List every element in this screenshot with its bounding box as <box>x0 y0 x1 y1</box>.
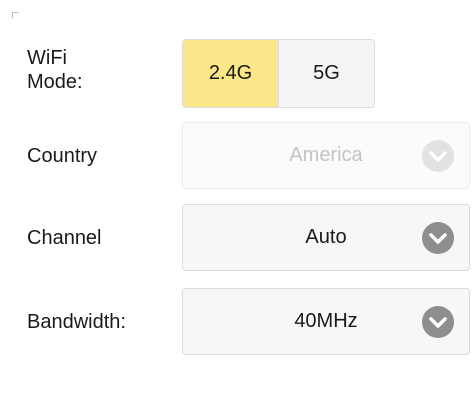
wifi-mode-option-5g[interactable]: 5G <box>278 40 374 107</box>
chevron-down-icon <box>422 139 454 172</box>
corner-mark <box>12 12 18 18</box>
bandwidth-select[interactable]: 40MHz <box>182 288 470 355</box>
country-select[interactable]: America <box>182 122 470 189</box>
wifi-mode-toggle: 2.4G 5G <box>182 39 375 108</box>
wifi-mode-label: WiFi Mode: <box>27 46 83 94</box>
wifi-mode-label-line2: Mode: <box>27 71 83 93</box>
bandwidth-value: 40MHz <box>294 310 358 332</box>
bandwidth-label: Bandwidth: <box>27 311 126 333</box>
chevron-down-icon <box>422 221 454 254</box>
channel-label: Channel <box>27 227 102 249</box>
wifi-mode-option-2-4g[interactable]: 2.4G <box>183 40 278 107</box>
channel-value: Auto <box>305 226 347 248</box>
country-value: America <box>289 144 363 166</box>
channel-select[interactable]: Auto <box>182 204 470 271</box>
chevron-down-icon <box>422 305 454 338</box>
country-label: Country <box>27 145 98 167</box>
wifi-mode-label-line1: WiFi <box>27 47 67 69</box>
